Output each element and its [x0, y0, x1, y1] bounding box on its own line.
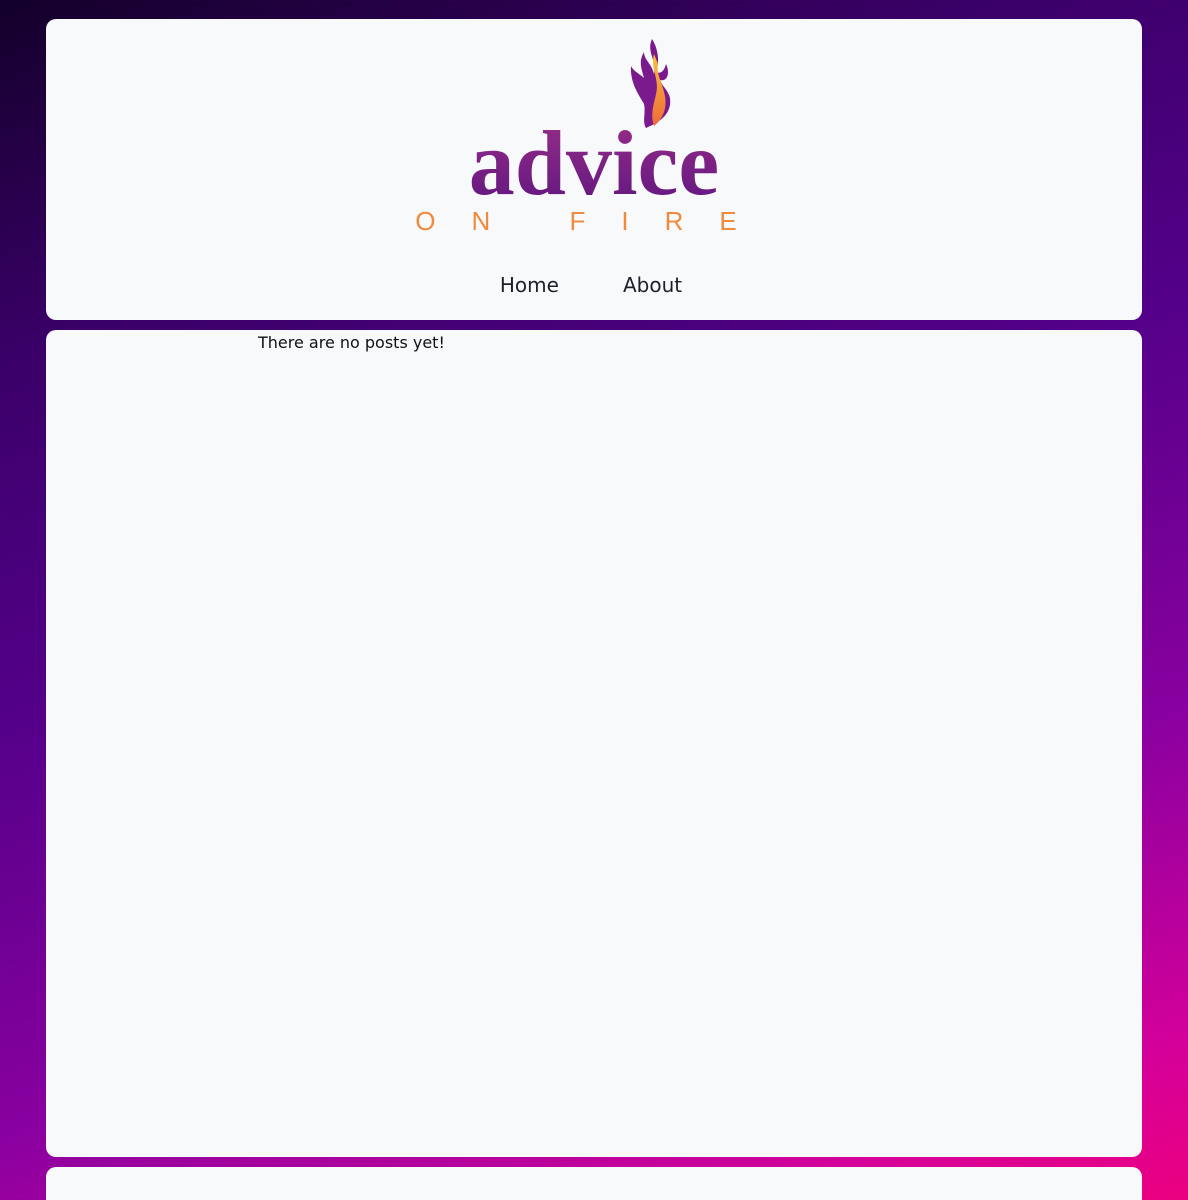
advice-on-fire-logo: advice ON FIRE	[415, 39, 772, 236]
site-header: advice ON FIRE Home About	[46, 19, 1142, 320]
nav-home-link[interactable]: Home	[500, 273, 559, 297]
posts-panel: There are no posts yet!	[46, 330, 1142, 1157]
logo-tagline: ON FIRE	[415, 206, 772, 236]
empty-posts-message: There are no posts yet!	[258, 333, 445, 352]
site-footer	[46, 1167, 1142, 1200]
nav-about-link[interactable]: About	[623, 273, 682, 297]
logo-wordmark: advice	[469, 112, 719, 214]
site-logo[interactable]: advice ON FIRE	[414, 34, 774, 239]
main-nav: Home About	[46, 273, 1142, 297]
